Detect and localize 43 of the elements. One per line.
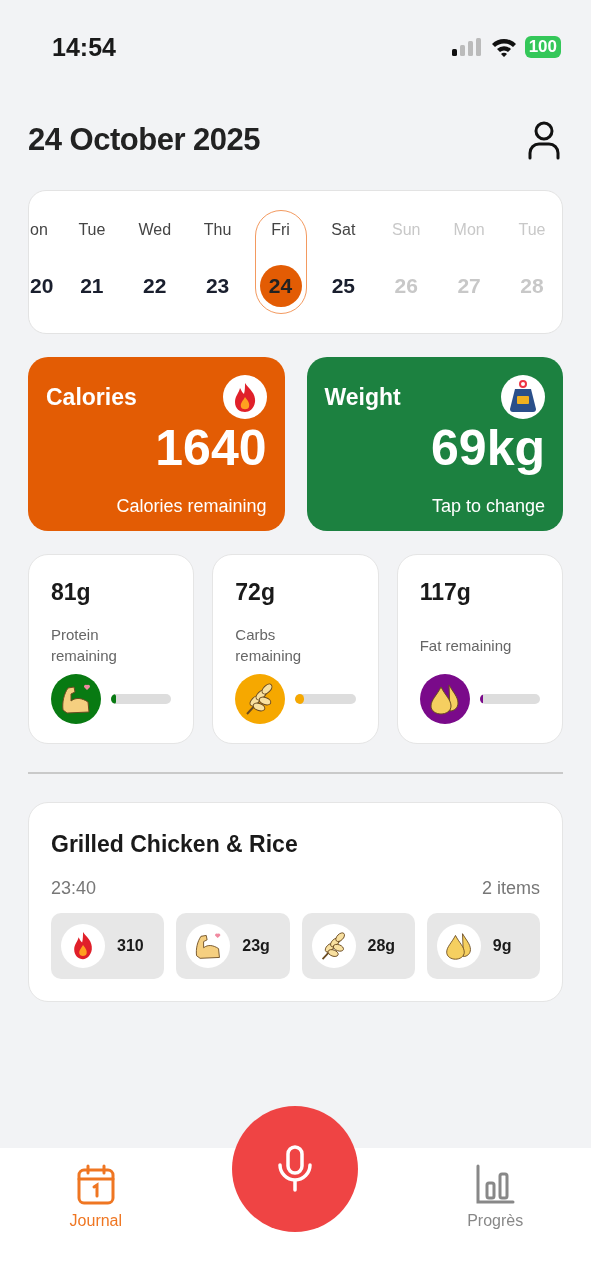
meal-title: Grilled Chicken & Rice — [51, 831, 299, 858]
macro-value: 117g — [419, 579, 472, 606]
card-caption: Calories remaining — [116, 496, 267, 517]
card-value: 69kg — [431, 423, 545, 473]
card-value: 1640 — [155, 423, 267, 473]
day-item[interactable]: Wed 22 — [128, 210, 181, 314]
bar-chart-icon — [475, 1164, 516, 1206]
macro-label: Fat remaining — [419, 635, 513, 656]
nutrient-value: 9g — [492, 937, 512, 955]
battery-indicator: 100 — [524, 36, 561, 58]
nutrient-value: 28g — [367, 937, 396, 955]
wifi-icon — [490, 37, 517, 57]
nutrient-value: 310 — [117, 937, 144, 955]
macro-label: Protein remaining — [51, 625, 118, 666]
drops-icon — [436, 924, 481, 968]
meal-time: 23:40 — [51, 878, 97, 899]
meal-card[interactable]: Grilled Chicken & Rice 23:40 2 items 310 23g 28g 9g — [28, 802, 563, 1002]
macro-value: 81g — [51, 579, 92, 606]
progress-tab[interactable]: Progrès — [440, 1164, 551, 1230]
macro-label: Carbs remaining — [235, 625, 303, 666]
flame-icon — [222, 375, 267, 419]
profile-icon[interactable] — [527, 120, 561, 160]
calories-card[interactable]: Calories 1640 Calories remaining — [28, 357, 285, 531]
microphone-icon — [277, 1145, 314, 1193]
weight-card[interactable]: Weight 69kg Tap to change — [306, 357, 563, 531]
card-title: Calories — [46, 383, 137, 411]
flame-icon — [61, 924, 105, 968]
macro-value: 72g — [235, 579, 276, 606]
wheat-icon — [311, 924, 356, 968]
day-item[interactable]: Sat 25 — [317, 210, 370, 314]
meal-item-count: 2 items — [481, 878, 540, 899]
day-item[interactable]: Tue 21 — [65, 210, 118, 314]
signal-icon — [450, 38, 483, 56]
card-caption: Tap to change — [431, 496, 545, 517]
card-title: Weight — [324, 383, 401, 411]
status-time: 14:54 — [52, 32, 116, 62]
day-item[interactable]: on 20 — [29, 210, 55, 314]
date-title: 24 October 2025 — [28, 122, 261, 158]
calendar-icon — [75, 1164, 116, 1206]
kettlebell-icon — [501, 375, 545, 419]
arm-icon — [186, 924, 231, 968]
day-item[interactable]: Thu 23 — [191, 210, 244, 314]
nutrient-value: 23g — [242, 937, 270, 955]
